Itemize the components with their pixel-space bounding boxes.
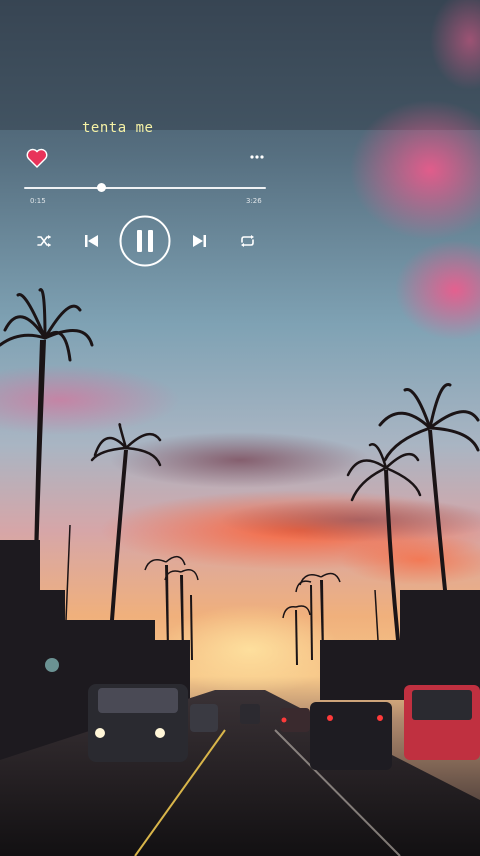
music-player-widget: tenta me 0:15 3:26 bbox=[0, 0, 480, 300]
skip-previous-icon[interactable] bbox=[83, 233, 100, 249]
song-title: tenta me bbox=[82, 120, 154, 136]
heart-icon[interactable] bbox=[26, 148, 48, 168]
skip-next-icon[interactable] bbox=[191, 233, 208, 249]
repeat-icon[interactable] bbox=[239, 233, 256, 249]
progress-thumb[interactable] bbox=[97, 183, 107, 192]
shuffle-icon[interactable] bbox=[36, 233, 52, 249]
time-elapsed: 0:15 bbox=[30, 197, 46, 205]
more-options-icon[interactable] bbox=[248, 150, 266, 164]
time-total: 3:26 bbox=[246, 197, 262, 205]
pause-icon[interactable] bbox=[119, 215, 171, 267]
progress-track[interactable] bbox=[24, 187, 266, 189]
